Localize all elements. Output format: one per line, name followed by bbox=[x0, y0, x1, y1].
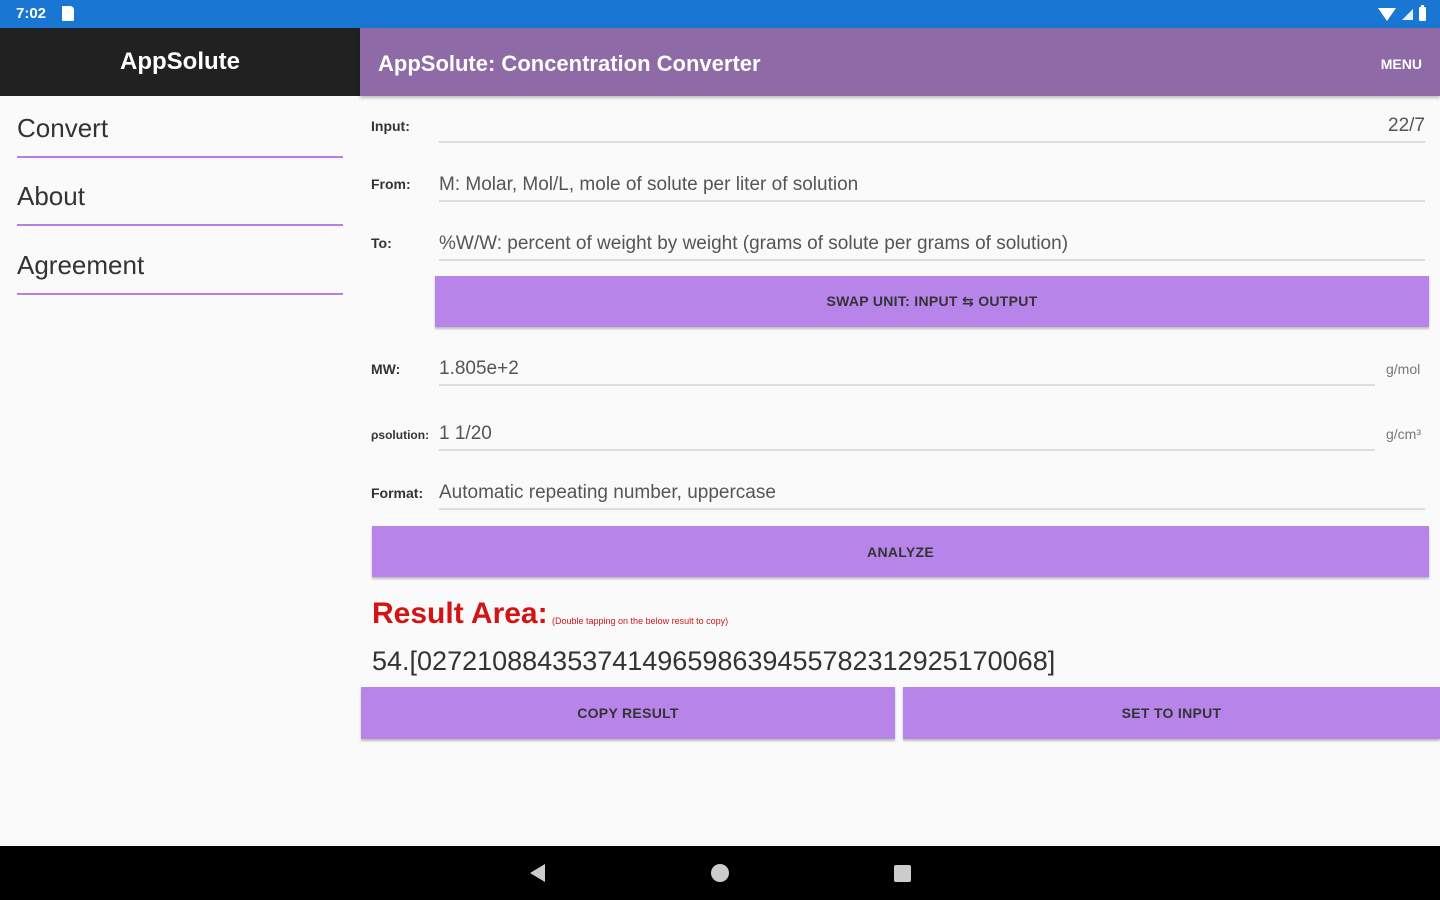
system-navigation-bar bbox=[0, 846, 1440, 900]
density-label: ρsolution: bbox=[371, 428, 430, 442]
status-bar: 7:02 bbox=[0, 0, 1440, 28]
format-select[interactable]: Automatic repeating number, uppercase bbox=[439, 480, 1425, 510]
signal-icon bbox=[1402, 8, 1413, 20]
format-label: Format: bbox=[371, 485, 424, 501]
drawer-title: AppSolute bbox=[0, 28, 360, 96]
swap-unit-button[interactable]: SWAP UNIT: INPUT ⇆ OUTPUT bbox=[435, 276, 1429, 327]
to-unit-select[interactable]: %W/W: percent of weight by weight (grams… bbox=[439, 231, 1425, 261]
result-hint: (Double tapping on the below result to c… bbox=[552, 616, 729, 626]
input-label: Input: bbox=[371, 118, 410, 134]
from-label: From: bbox=[371, 176, 411, 192]
density-input[interactable]: 1 1/20 bbox=[439, 421, 1375, 451]
status-time: 7:02 bbox=[16, 5, 47, 22]
input-field[interactable]: 22/7 bbox=[439, 113, 1425, 143]
result-value[interactable]: 54.[027210884353741496598639455782312925… bbox=[372, 646, 1055, 677]
app-bar: AppSolute: Concentration Converter MENU bbox=[360, 28, 1440, 96]
copy-result-button[interactable]: COPY RESULT bbox=[361, 687, 895, 739]
mw-label: MW: bbox=[371, 361, 401, 377]
sd-card-icon bbox=[62, 6, 74, 21]
navigation-drawer: AppSolute Convert About Agreement bbox=[0, 28, 360, 846]
to-label: To: bbox=[371, 235, 392, 251]
density-unit: g/cm³ bbox=[1386, 426, 1421, 442]
recents-icon[interactable] bbox=[894, 865, 911, 882]
set-to-input-button[interactable]: SET TO INPUT bbox=[903, 687, 1440, 739]
wifi-icon bbox=[1378, 7, 1396, 21]
sidebar-item-convert[interactable]: Convert bbox=[17, 100, 343, 158]
home-icon[interactable] bbox=[711, 864, 729, 882]
battery-icon bbox=[1419, 5, 1426, 21]
sidebar-item-agreement[interactable]: Agreement bbox=[17, 237, 343, 295]
menu-button[interactable]: MENU bbox=[1381, 56, 1422, 72]
back-icon[interactable] bbox=[530, 864, 545, 882]
status-icons bbox=[1378, 5, 1426, 23]
mw-unit: g/mol bbox=[1386, 361, 1421, 377]
page-title: AppSolute: Concentration Converter bbox=[378, 51, 761, 76]
from-unit-select[interactable]: M: Molar, Mol/L, mole of solute per lite… bbox=[439, 172, 1425, 202]
mw-input[interactable]: 1.805e+2 bbox=[439, 356, 1375, 386]
analyze-button[interactable]: ANALYZE bbox=[372, 526, 1429, 577]
result-area-title: Result Area: bbox=[372, 597, 548, 630]
sidebar-item-about[interactable]: About bbox=[17, 168, 343, 226]
